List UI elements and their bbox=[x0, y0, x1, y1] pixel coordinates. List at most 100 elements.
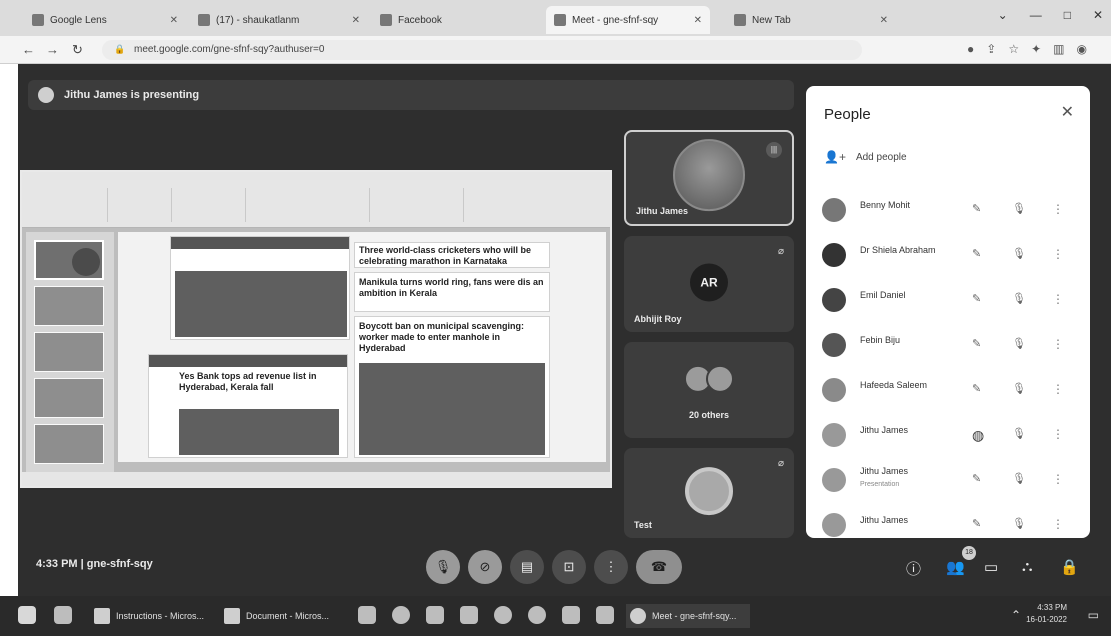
browser-tab[interactable]: (17) - shaukatlanm ✕ bbox=[190, 6, 368, 34]
slide-thumbnail[interactable] bbox=[34, 424, 104, 464]
file-explorer-icon[interactable] bbox=[358, 606, 376, 624]
store-icon[interactable] bbox=[460, 606, 478, 624]
mic-icon[interactable]: 🎙 bbox=[1012, 292, 1026, 305]
participant-row[interactable]: Benny Mohit ✎ 🎙 ⋮ bbox=[806, 192, 1090, 228]
mic-toggle-button[interactable]: 🎙 bbox=[426, 550, 460, 584]
browser-tab[interactable]: New Tab ✕ bbox=[726, 6, 896, 34]
participant-name: Febin Biju bbox=[860, 335, 901, 345]
mic-icon[interactable]: 🎙 bbox=[1012, 202, 1026, 215]
more-options-icon[interactable]: ⋮ bbox=[1052, 517, 1064, 531]
participant-tile-others[interactable]: 20 others bbox=[624, 342, 794, 438]
info-icon[interactable]: ⓘ bbox=[906, 558, 921, 579]
participant-subtitle: Presentation bbox=[860, 481, 900, 488]
close-window-icon[interactable]: ✕ bbox=[1093, 8, 1103, 22]
captions-button[interactable]: ▤ bbox=[510, 550, 544, 584]
edge-icon[interactable] bbox=[528, 606, 546, 624]
ribbon-group bbox=[28, 188, 108, 222]
camera-toggle-button[interactable]: ⊘ bbox=[468, 550, 502, 584]
pin-icon[interactable]: ✎ bbox=[972, 517, 981, 530]
participant-row[interactable]: Jithu James Presentation ✎ 🎙 ⋮ bbox=[806, 462, 1090, 498]
back-icon[interactable]: ← bbox=[22, 42, 35, 57]
participant-tile[interactable]: AR ⌀ Abhijit Roy bbox=[624, 236, 794, 332]
mic-icon[interactable]: 🎙 bbox=[1012, 427, 1026, 440]
close-icon[interactable]: ✕ bbox=[352, 15, 360, 26]
maximize-icon[interactable]: □ bbox=[1064, 8, 1071, 22]
taskbar-app[interactable]: Document - Micros... bbox=[224, 604, 342, 628]
mic-icon[interactable]: 🎙 bbox=[1012, 247, 1026, 260]
close-icon[interactable]: ✕ bbox=[694, 15, 702, 26]
mic-icon[interactable]: 🎙 bbox=[1012, 517, 1026, 530]
mic-icon[interactable]: 🎙 bbox=[1012, 382, 1026, 395]
start-icon[interactable] bbox=[18, 606, 36, 624]
pin-icon[interactable]: ✎ bbox=[972, 247, 981, 260]
pin-icon[interactable]: ✎ bbox=[972, 337, 981, 350]
system-clock[interactable]: 4:33 PM 16-01-2022 bbox=[1026, 602, 1067, 626]
browser-tab[interactable]: Facebook bbox=[372, 6, 542, 34]
news-photo bbox=[175, 271, 347, 337]
close-icon[interactable]: ✕ bbox=[880, 15, 888, 26]
slide-thumbnail[interactable] bbox=[34, 378, 104, 418]
participant-tile[interactable]: ||| Jithu James bbox=[624, 130, 794, 226]
pin-icon[interactable]: ✎ bbox=[972, 202, 981, 215]
url-field[interactable]: 🔒 meet.google.com/gne-sfnf-sqy?authuser=… bbox=[102, 40, 862, 60]
more-options-icon[interactable]: ⋮ bbox=[1052, 472, 1064, 486]
more-options-icon[interactable]: ⋮ bbox=[1052, 427, 1064, 441]
star-icon[interactable]: ☆ bbox=[1008, 42, 1019, 56]
minimize-icon[interactable]: — bbox=[1030, 8, 1042, 22]
browser-tab[interactable]: Google Lens ✕ bbox=[24, 6, 186, 34]
reload-icon[interactable]: ↻ bbox=[72, 42, 83, 58]
taskbar-app-active[interactable]: Meet - gne-sfnf-sqy... bbox=[626, 604, 750, 628]
meeting-controls: 4:33 PM | gne-sfnf-sqy 🎙 ⊘ ▤ ⊡ ⋮ ☎ ⓘ 👥 1… bbox=[18, 534, 1111, 596]
leave-call-button[interactable]: ☎ bbox=[636, 550, 682, 584]
close-icon[interactable]: ✕ bbox=[1061, 102, 1074, 122]
app-icon[interactable] bbox=[596, 606, 614, 624]
pin-icon[interactable]: ✎ bbox=[972, 382, 981, 395]
pin-icon[interactable]: ✎ bbox=[972, 472, 981, 485]
mic-icon[interactable]: 🎙 bbox=[1012, 337, 1026, 350]
mail-icon[interactable] bbox=[426, 606, 444, 624]
chevron-up-icon[interactable]: ⌃ bbox=[1011, 608, 1021, 622]
participant-row[interactable]: Dr Shiela Abraham ✎ 🎙 ⋮ bbox=[806, 237, 1090, 273]
camera-icon[interactable]: ● bbox=[967, 42, 974, 56]
activities-icon[interactable]: ⛬ bbox=[1022, 558, 1033, 575]
slide-thumbnail[interactable] bbox=[34, 332, 104, 372]
slide-thumbnail[interactable] bbox=[34, 286, 104, 326]
more-options-icon[interactable]: ⋮ bbox=[1052, 337, 1064, 351]
participant-row[interactable]: Febin Biju ✎ 🎙 ⋮ bbox=[806, 327, 1090, 363]
pin-icon[interactable]: ✎ bbox=[972, 292, 981, 305]
taskbar-app[interactable]: Instructions - Micros... bbox=[94, 604, 212, 628]
word-icon bbox=[224, 608, 240, 624]
participant-tile[interactable]: ⌀ Test bbox=[624, 448, 794, 538]
more-options-icon[interactable]: ⋮ bbox=[1052, 247, 1064, 261]
mic-icon[interactable]: 🎙 bbox=[1012, 472, 1026, 485]
slide-thumbnail[interactable] bbox=[34, 240, 104, 280]
app-icon[interactable] bbox=[494, 606, 512, 624]
task-view-icon[interactable] bbox=[54, 606, 72, 624]
browser-tab-active[interactable]: Meet - gne-sfnf-sqy ✕ bbox=[546, 6, 710, 34]
sidebar-icon[interactable]: ▥ bbox=[1053, 42, 1064, 56]
notification-icon[interactable]: ▭ bbox=[1088, 608, 1099, 622]
ribbon-group bbox=[176, 188, 246, 222]
host-controls-icon[interactable]: 🔒 bbox=[1060, 558, 1079, 576]
participant-row[interactable]: Hafeeda Saleem ✎ 🎙 ⋮ bbox=[806, 372, 1090, 408]
more-options-button[interactable]: ⋮ bbox=[594, 550, 628, 584]
chat-icon[interactable]: ▭ bbox=[984, 558, 998, 576]
close-icon[interactable]: ✕ bbox=[170, 15, 178, 26]
add-people-button[interactable]: 👤+ Add people bbox=[824, 150, 907, 164]
headline: Yes Bank tops ad revenue list in Hyderab… bbox=[179, 371, 317, 392]
app-icon[interactable] bbox=[562, 606, 580, 624]
share-icon[interactable]: ⇪ bbox=[986, 42, 996, 56]
people-icon[interactable]: 👥 bbox=[946, 558, 965, 576]
profile-avatar-icon[interactable]: ◉ bbox=[1077, 42, 1087, 56]
chrome-icon[interactable] bbox=[392, 606, 410, 624]
more-options-icon[interactable]: ⋮ bbox=[1052, 202, 1064, 216]
participant-row[interactable]: Emil Daniel ✎ 🎙 ⋮ bbox=[806, 282, 1090, 318]
extension-icon[interactable]: ✦ bbox=[1031, 42, 1041, 56]
more-options-icon[interactable]: ⋮ bbox=[1052, 382, 1064, 396]
avatar bbox=[685, 467, 733, 516]
chevron-down-icon[interactable]: ⌄ bbox=[998, 8, 1008, 22]
present-button[interactable]: ⊡ bbox=[552, 550, 586, 584]
participant-row[interactable]: Jithu James ◍ 🎙 ⋮ bbox=[806, 417, 1090, 453]
more-options-icon[interactable]: ⋮ bbox=[1052, 292, 1064, 306]
forward-icon[interactable]: → bbox=[46, 42, 59, 57]
